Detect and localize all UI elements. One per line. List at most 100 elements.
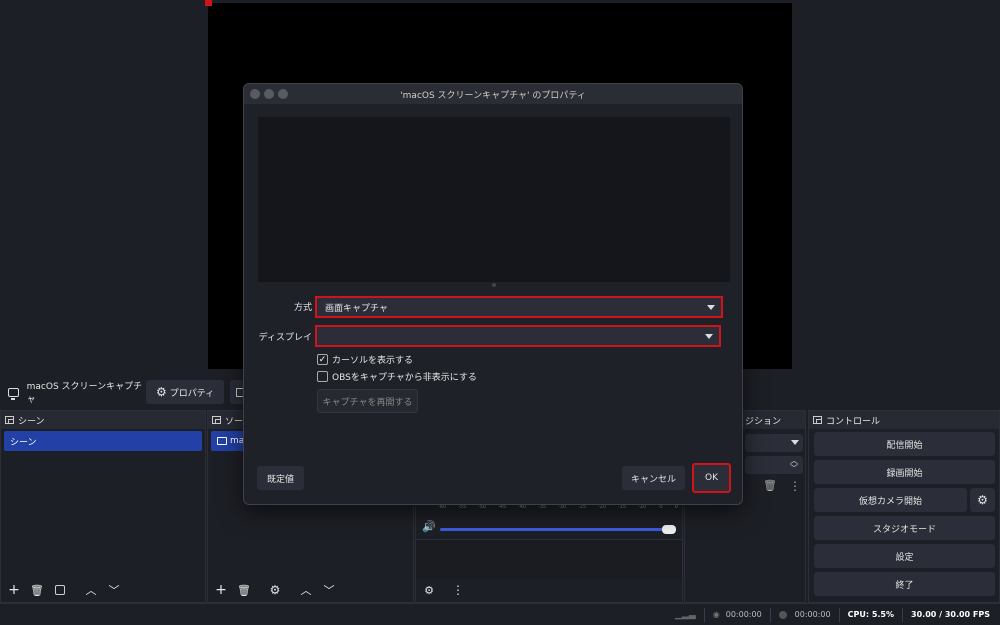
cancel-button[interactable]: キャンセル [622, 466, 685, 490]
sources-dock-footer: + 🗑 ⚙ ︿ ﹀ [208, 578, 413, 602]
stream-time: 00:00:00 [725, 610, 762, 619]
scenes-dock-title: シーン [18, 416, 45, 427]
chevron-down-icon: ﹀ [108, 584, 120, 597]
source-properties-button[interactable]: ⚙ [266, 581, 284, 599]
method-select[interactable]: 画面キャプチャ [315, 296, 723, 318]
scenes-list: シーン [1, 430, 205, 578]
window-controls [250, 89, 292, 99]
start-virtual-camera-button[interactable]: 仮想カメラ開始 [814, 488, 967, 512]
status-bar: ▁▂▃ ◉ 00:00:00 00:00:00 CPU: 5.5% 30.00 … [0, 603, 1000, 625]
chevron-up-icon: ︿ [85, 584, 97, 597]
network-signal-icon: ▁▂▃ [674, 609, 696, 620]
method-value: 画面キャプチャ [325, 303, 388, 314]
chevron-up-icon: ︿ [300, 584, 312, 597]
dialog-title: 'macOS スクリーンキャプチャ' のプロパティ [400, 90, 586, 101]
scene-item[interactable]: シーン [4, 431, 202, 451]
cpu-usage: CPU: 5.5% [847, 610, 895, 619]
gear-icon: ⚙ [156, 385, 167, 399]
chevron-down-icon [707, 305, 715, 310]
method-label: 方式 [293, 303, 312, 313]
add-source-button[interactable]: + [212, 581, 230, 599]
virtual-camera-settings-button[interactable]: ⚙ [970, 488, 995, 512]
dock-float-icon[interactable] [813, 416, 822, 424]
selected-source-name: macOS スクリーンキャプチャ [0, 379, 146, 405]
zoom-window-button[interactable] [278, 89, 288, 99]
restart-capture-button[interactable]: キャプチャを再開する [317, 389, 418, 413]
show-cursor-option[interactable]: ✓ カーソルを表示する [317, 353, 413, 366]
show-cursor-label: カーソルを表示する [332, 356, 414, 366]
defaults-button[interactable]: 既定値 [257, 466, 304, 490]
stepper-icon: ︿ ﹀ [790, 456, 798, 473]
volume-slider-handle[interactable] [662, 525, 676, 534]
display-select[interactable] [315, 325, 721, 347]
settings-button[interactable]: 設定 [814, 544, 995, 568]
controls-dock-header: コントロール [809, 411, 999, 429]
start-streaming-button[interactable]: 配信開始 [814, 432, 995, 456]
show-cursor-checkbox[interactable]: ✓ [317, 354, 328, 365]
ok-button[interactable]: OK [692, 463, 731, 493]
chevron-down-icon: ﹀ [323, 584, 335, 597]
scene-item-label: シーン [10, 437, 37, 448]
cancel-label: キャンセル [630, 474, 676, 485]
dock-float-icon[interactable] [212, 416, 221, 424]
mixer-empty-area [416, 539, 682, 579]
ok-label: OK [705, 473, 718, 483]
move-scene-down-button[interactable]: ﹀ [105, 581, 123, 599]
hide-obs-checkbox[interactable] [317, 371, 328, 382]
mixer-menu-button[interactable]: ⋮ [449, 581, 467, 599]
restart-capture-label: キャプチャを再開する [322, 397, 413, 408]
more-vertical-icon: ⋮ [452, 583, 464, 597]
speaker-icon[interactable]: 🔊 [422, 520, 436, 533]
transitions-dock-title: ジション [745, 416, 782, 427]
chevron-down-icon [705, 334, 713, 339]
fps-readout: 30.00 / 30.00 FPS [911, 610, 990, 619]
status-separator [769, 607, 771, 622]
preview-selection-handle[interactable] [205, 0, 212, 6]
status-separator [703, 607, 705, 622]
start-recording-button[interactable]: 録画開始 [814, 460, 995, 484]
remove-source-button[interactable]: 🗑 [235, 581, 253, 599]
monitor-icon [8, 387, 19, 400]
defaults-label: 既定値 [266, 474, 294, 485]
move-scene-up-button[interactable]: ︿ [82, 581, 100, 599]
status-separator [838, 607, 840, 622]
close-window-button[interactable] [250, 89, 260, 99]
properties-label: プロパティ [169, 388, 215, 399]
transition-select[interactable] [745, 434, 803, 452]
splitter-handle[interactable] [492, 283, 496, 287]
move-source-up-button[interactable]: ︿ [297, 581, 315, 599]
filter-icon [55, 585, 65, 595]
scenes-dock: シーン シーン + 🗑 ︿ ﹀ [0, 410, 206, 603]
trash-icon: 🗑 [30, 583, 44, 597]
properties-button[interactable]: ⚙ プロパティ [146, 380, 225, 404]
studio-mode-button[interactable]: スタジオモード [814, 516, 995, 540]
dock-float-icon[interactable] [5, 416, 14, 424]
plus-icon: + [215, 582, 227, 598]
hide-obs-option[interactable]: OBSをキャプチャから非表示にする [317, 370, 477, 383]
plus-icon: + [8, 582, 20, 598]
remove-scene-button[interactable]: 🗑 [28, 581, 46, 599]
record-time: 00:00:00 [794, 610, 831, 619]
scene-filters-button[interactable] [51, 581, 69, 599]
start-virtual-camera-label: 仮想カメラ開始 [858, 496, 922, 507]
studio-mode-label: スタジオモード [872, 524, 936, 535]
gear-icon: ⚙ [977, 493, 988, 507]
gear-icon: ⚙ [269, 583, 281, 597]
trash-icon[interactable]: 🗑 [763, 479, 777, 492]
move-source-down-button[interactable]: ﹀ [320, 581, 338, 599]
transition-duration-spinner[interactable]: ︿ ﹀ [745, 456, 803, 474]
source-name-label: macOS スクリーンキャプチャ [26, 382, 143, 405]
dialog-title-bar: 'macOS スクリーンキャプチャ' のプロパティ [244, 84, 742, 104]
controls-dock-title: コントロール [826, 416, 881, 427]
volume-slider-track[interactable] [440, 528, 672, 531]
advanced-audio-button[interactable]: ⚙ [420, 581, 438, 599]
properties-dialog: 'macOS スクリーンキャプチャ' のプロパティ 方式 画面キャプチャ ディス… [243, 83, 743, 505]
display-label: ディスプレイ [258, 333, 312, 343]
exit-button[interactable]: 終了 [814, 572, 995, 596]
add-scene-button[interactable]: + [5, 581, 23, 599]
record-status-icon [778, 610, 787, 619]
start-streaming-label: 配信開始 [886, 440, 923, 451]
more-vertical-icon[interactable]: ⋮ [789, 479, 801, 493]
gears-icon: ⚙ [424, 583, 434, 597]
minimize-window-button[interactable] [264, 89, 274, 99]
